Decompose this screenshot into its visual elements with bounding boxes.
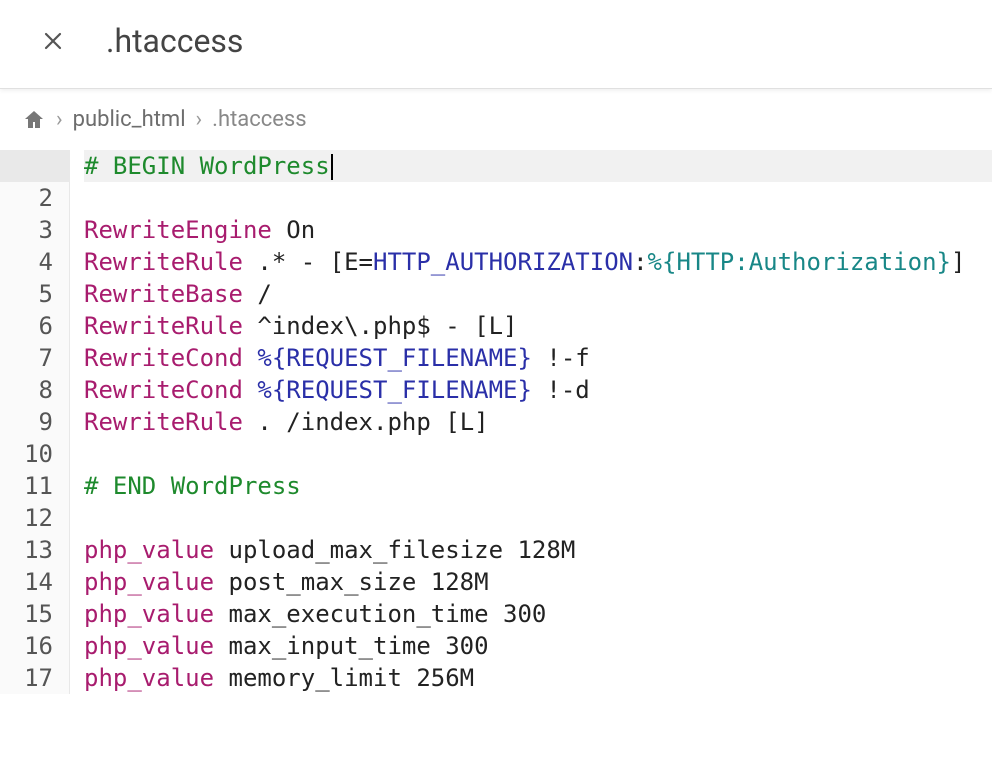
code-token: php_value — [84, 568, 214, 596]
code-token: RewriteRule — [84, 408, 243, 436]
code-token: . /index.php [L] — [243, 408, 489, 436]
code-token: On — [272, 216, 315, 244]
line-number: 13 — [0, 534, 69, 566]
code-token: # BEGIN WordPress — [84, 152, 330, 180]
code-token: php_value — [84, 632, 214, 660]
line-number-gutter: 1234567891011121314151617 — [0, 150, 70, 694]
code-token: php_value — [84, 536, 214, 564]
code-editor[interactable]: 1234567891011121314151617 # BEGIN WordPr… — [0, 150, 992, 694]
code-token: %{HTTP:Authorization} — [648, 248, 951, 276]
code-token: RewriteCond — [84, 376, 243, 404]
code-line[interactable]: RewriteEngine On — [84, 214, 992, 246]
code-line[interactable]: # END WordPress — [84, 470, 992, 502]
code-token — [243, 376, 257, 404]
code-token: %{REQUEST_FILENAME} — [257, 376, 532, 404]
code-token: ^index\.php$ - [L] — [243, 312, 518, 340]
code-token: upload_max_filesize 128M — [214, 536, 575, 564]
line-number: 11 — [0, 470, 69, 502]
line-number: 16 — [0, 630, 69, 662]
code-line[interactable]: # BEGIN WordPress — [84, 150, 992, 182]
file-title: .htaccess — [106, 22, 243, 60]
line-number: 10 — [0, 438, 69, 470]
code-token: !-d — [532, 376, 590, 404]
home-icon — [22, 108, 46, 132]
chevron-right-icon: › — [196, 107, 203, 132]
line-number: 14 — [0, 566, 69, 598]
breadcrumb-home[interactable] — [22, 108, 46, 132]
breadcrumb: › public_html › .htaccess — [0, 89, 992, 150]
chevron-right-icon: › — [56, 107, 63, 132]
code-line[interactable]: php_value upload_max_filesize 128M — [84, 534, 992, 566]
code-area[interactable]: # BEGIN WordPressRewriteEngine OnRewrite… — [70, 150, 992, 694]
code-token: ] — [951, 248, 965, 276]
code-line[interactable] — [84, 182, 992, 214]
code-token: max_input_time 300 — [214, 632, 489, 660]
code-line[interactable] — [84, 438, 992, 470]
code-token: max_execution_time 300 — [214, 600, 546, 628]
line-number: 8 — [0, 374, 69, 406]
code-line[interactable]: php_value max_input_time 300 — [84, 630, 992, 662]
code-token: RewriteRule — [84, 248, 243, 276]
code-token — [243, 344, 257, 372]
line-number: 2 — [0, 182, 69, 214]
code-line[interactable]: RewriteRule .* - [E=HTTP_AUTHORIZATION:%… — [84, 246, 992, 278]
breadcrumb-item-1: .htaccess — [212, 107, 307, 132]
code-line[interactable]: RewriteCond %{REQUEST_FILENAME} !-d — [84, 374, 992, 406]
code-line[interactable]: RewriteRule . /index.php [L] — [84, 406, 992, 438]
line-number: 7 — [0, 342, 69, 374]
line-number: 5 — [0, 278, 69, 310]
line-number: 15 — [0, 598, 69, 630]
code-token: RewriteBase — [84, 280, 243, 308]
code-token: php_value — [84, 664, 214, 692]
close-icon — [41, 29, 65, 53]
code-token: : — [633, 248, 647, 276]
line-number: 12 — [0, 502, 69, 534]
code-token: RewriteEngine — [84, 216, 272, 244]
code-token: / — [243, 280, 272, 308]
code-token: # END WordPress — [84, 472, 301, 500]
code-token: RewriteRule — [84, 312, 243, 340]
code-line[interactable]: RewriteCond %{REQUEST_FILENAME} !-f — [84, 342, 992, 374]
code-token: RewriteCond — [84, 344, 243, 372]
code-line[interactable]: RewriteBase / — [84, 278, 992, 310]
code-line[interactable] — [84, 502, 992, 534]
line-number: 9 — [0, 406, 69, 438]
code-token: !-f — [532, 344, 590, 372]
breadcrumb-item-0[interactable]: public_html — [73, 107, 186, 132]
line-number: 6 — [0, 310, 69, 342]
close-button[interactable] — [30, 18, 76, 64]
code-token: memory_limit 256M — [214, 664, 474, 692]
code-line[interactable]: php_value max_execution_time 300 — [84, 598, 992, 630]
code-token: HTTP_AUTHORIZATION — [373, 248, 633, 276]
code-token: post_max_size 128M — [214, 568, 489, 596]
code-line[interactable]: RewriteRule ^index\.php$ - [L] — [84, 310, 992, 342]
code-token: php_value — [84, 600, 214, 628]
line-number: 4 — [0, 246, 69, 278]
line-number: 17 — [0, 662, 69, 694]
code-token: .* - [E= — [243, 248, 373, 276]
code-line[interactable]: php_value post_max_size 128M — [84, 566, 992, 598]
line-number: 3 — [0, 214, 69, 246]
code-line[interactable]: php_value memory_limit 256M — [84, 662, 992, 694]
text-cursor — [331, 154, 333, 180]
header-bar: .htaccess — [0, 0, 992, 89]
code-token: %{REQUEST_FILENAME} — [257, 344, 532, 372]
